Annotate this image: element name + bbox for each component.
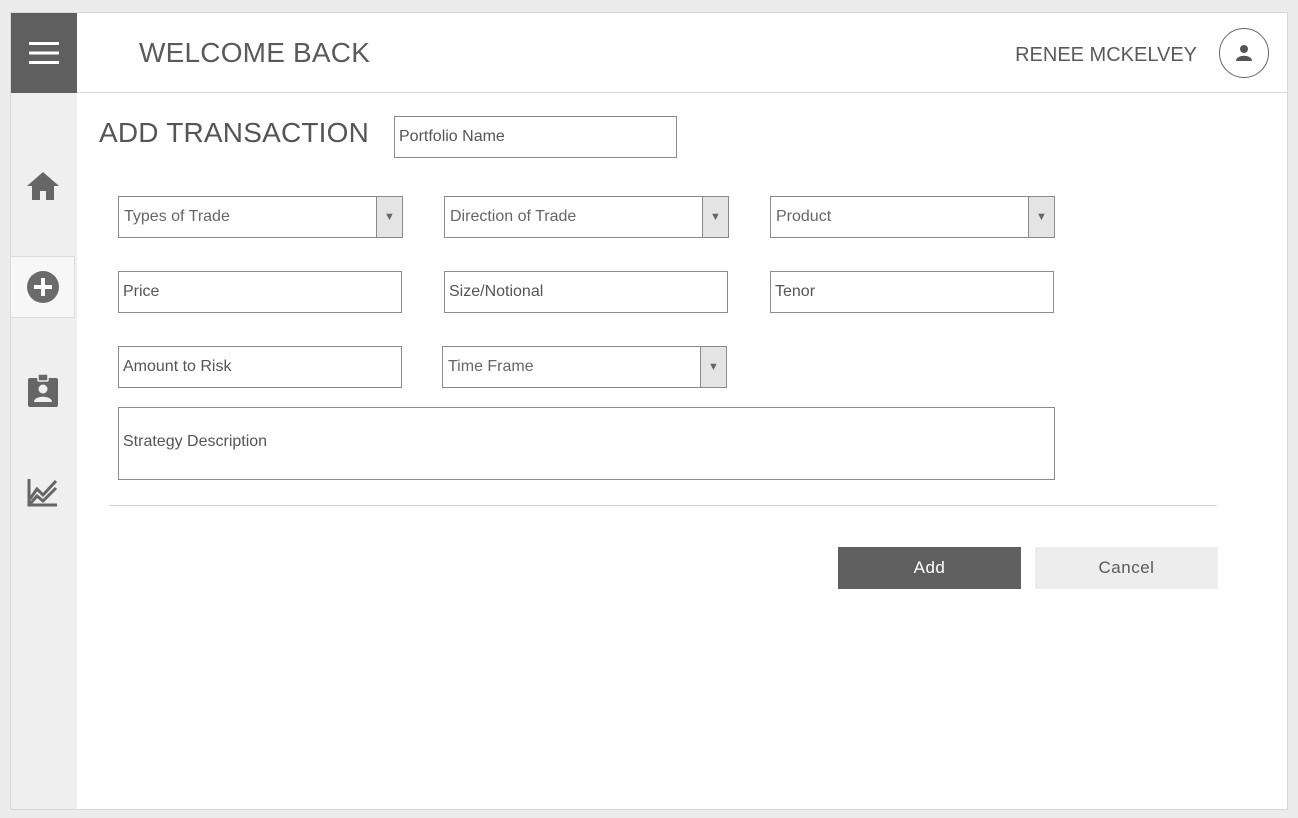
- sidebar: [11, 93, 77, 809]
- divider: [109, 505, 1217, 506]
- portfolio-name-field[interactable]: [394, 116, 677, 158]
- sidebar-item-profile[interactable]: [11, 360, 75, 422]
- product-value: Product: [776, 208, 832, 225]
- chevron-down-icon: ▼: [702, 197, 728, 237]
- user-name: RENEE MCKELVEY: [1015, 44, 1197, 66]
- add-circle-icon: [26, 271, 59, 303]
- strategy-description-field[interactable]: [118, 407, 1055, 480]
- direction-of-trade-select[interactable]: Direction of Trade ▼: [444, 196, 729, 238]
- top-header: WELCOME BACK RENEE MCKELVEY: [77, 13, 1287, 93]
- home-icon: [27, 172, 59, 200]
- menu-button[interactable]: [11, 13, 77, 93]
- chart-icon: [27, 479, 58, 507]
- hamburger-icon: [29, 42, 59, 64]
- time-frame-select[interactable]: Time Frame ▼: [442, 346, 727, 388]
- amount-to-risk-field[interactable]: [118, 346, 402, 388]
- time-frame-value: Time Frame: [448, 358, 534, 375]
- avatar[interactable]: [1219, 28, 1269, 78]
- sidebar-item-home[interactable]: [11, 155, 75, 217]
- cancel-button[interactable]: Cancel: [1035, 547, 1218, 589]
- tenor-input[interactable]: [771, 272, 1053, 312]
- product-select[interactable]: Product ▼: [770, 196, 1055, 238]
- sidebar-item-analytics[interactable]: [11, 461, 75, 523]
- strategy-description-input[interactable]: [119, 408, 1054, 479]
- user-icon: [1236, 45, 1252, 61]
- types-of-trade-select[interactable]: Types of Trade ▼: [118, 196, 403, 238]
- direction-of-trade-value: Direction of Trade: [450, 208, 577, 225]
- price-input[interactable]: [119, 272, 401, 312]
- page-title: ADD TRANSACTION: [99, 117, 370, 148]
- badge-icon: [28, 374, 58, 407]
- add-button[interactable]: Add: [838, 547, 1021, 589]
- sidebar-item-add-transaction[interactable]: [11, 256, 75, 318]
- types-of-trade-value: Types of Trade: [124, 208, 230, 225]
- chevron-down-icon: ▼: [1028, 197, 1054, 237]
- welcome-heading: WELCOME BACK: [139, 37, 371, 68]
- chevron-down-icon: ▼: [376, 197, 402, 237]
- size-notional-field[interactable]: [444, 271, 728, 313]
- chevron-down-icon: ▼: [700, 347, 726, 387]
- tenor-field[interactable]: [770, 271, 1054, 313]
- price-field[interactable]: [118, 271, 402, 313]
- portfolio-name-input[interactable]: [395, 117, 676, 157]
- amount-to-risk-input[interactable]: [119, 347, 401, 387]
- size-notional-input[interactable]: [445, 272, 727, 312]
- app-window: WELCOME BACK RENEE MCKELVEY ADD TRANSACT…: [10, 12, 1288, 810]
